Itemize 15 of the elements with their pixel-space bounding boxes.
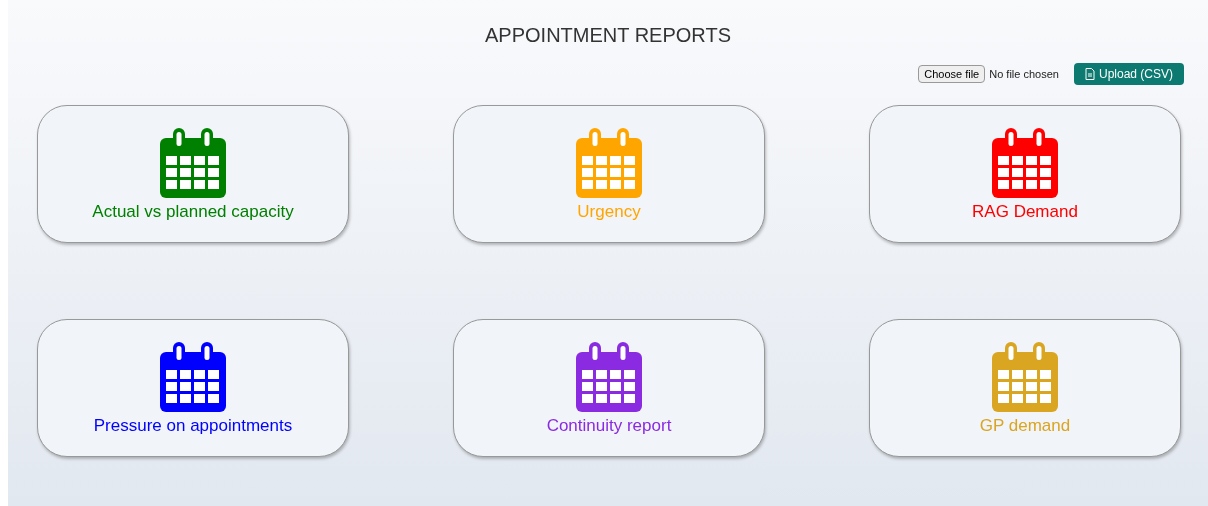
file-status: No file chosen <box>989 66 1059 82</box>
page-title: APPOINTMENT REPORTS <box>485 23 731 48</box>
report-label: Pressure on appointments <box>93 415 293 437</box>
report-card[interactable]: Actual vs planned capacity <box>37 105 349 243</box>
report-label: RAG Demand <box>972 201 1078 223</box>
report-card[interactable]: RAG Demand <box>869 105 1181 243</box>
report-label: Actual vs planned capacity <box>92 201 294 223</box>
report-label: Continuity report <box>546 415 672 437</box>
document-icon <box>1084 68 1095 80</box>
report-card[interactable]: Pressure on appointments <box>37 319 349 457</box>
report-label: Urgency <box>577 201 641 223</box>
report-label: GP demand <box>979 415 1071 437</box>
choose-file-button[interactable]: Choose file <box>918 64 986 84</box>
upload-button[interactable]: Upload (CSV) <box>1073 63 1184 85</box>
report-card[interactable]: Continuity report <box>453 319 765 457</box>
